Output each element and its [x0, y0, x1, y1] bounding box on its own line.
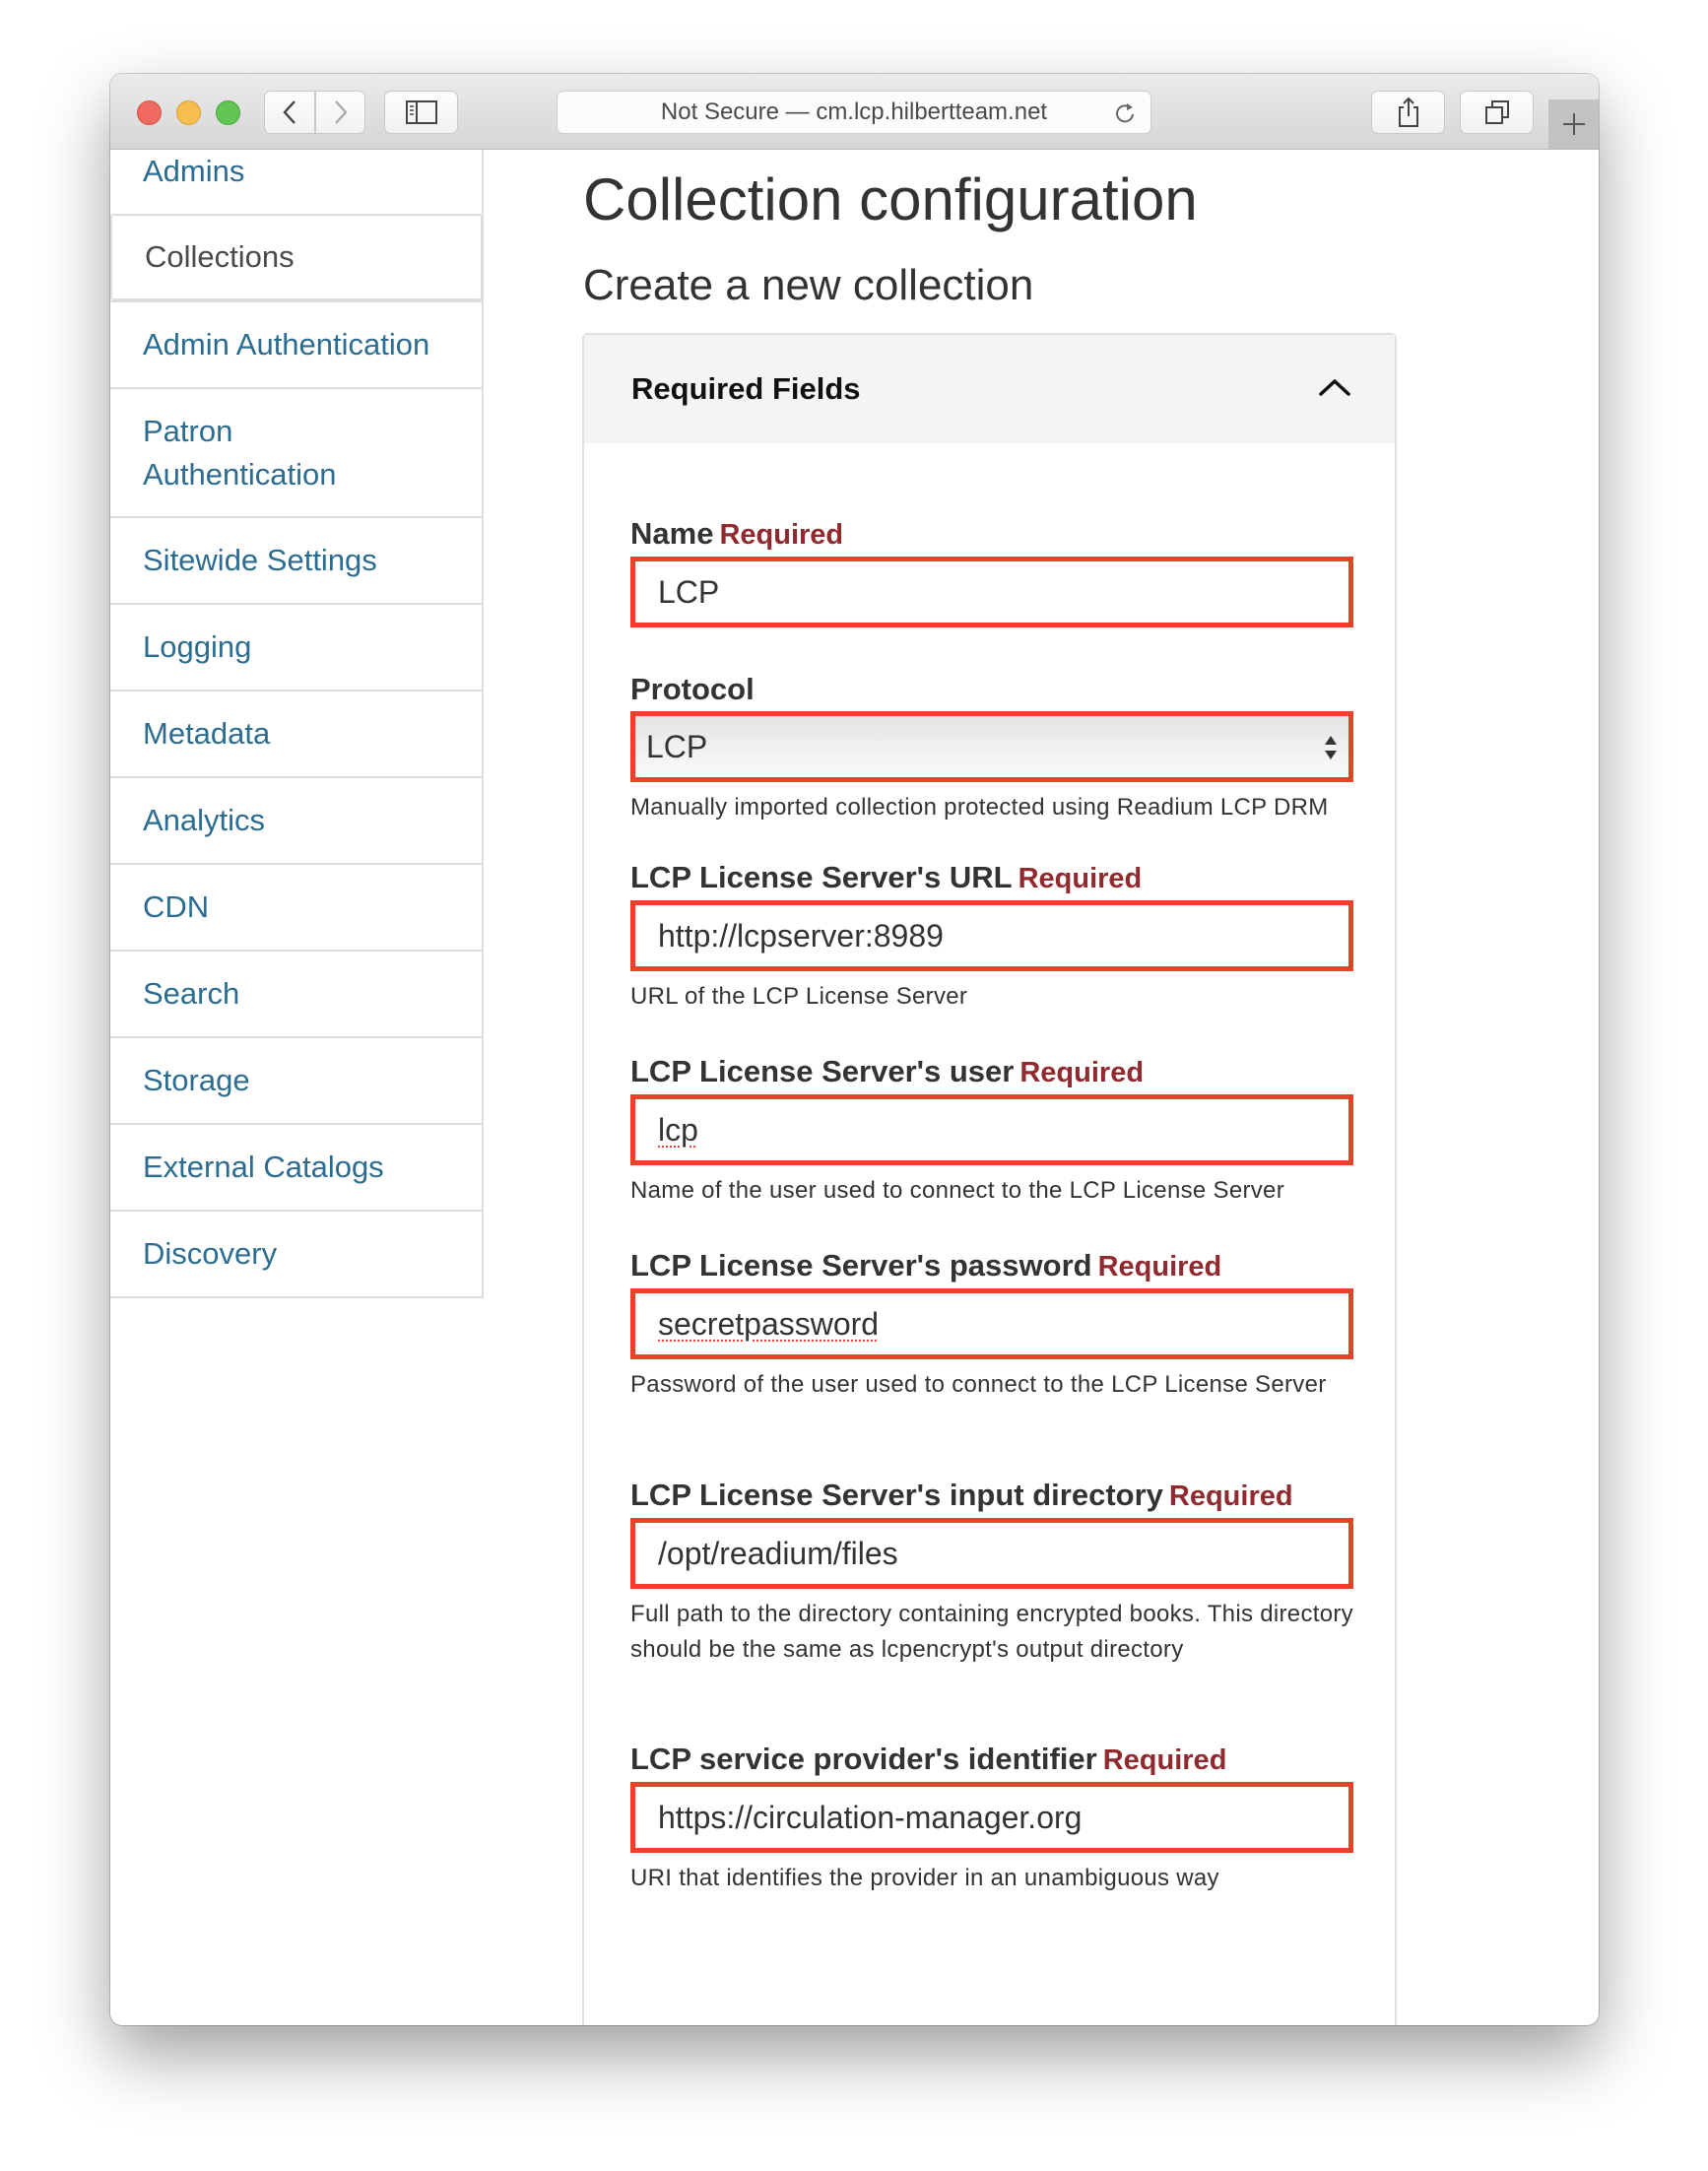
sidebar-item-label: External Catalogs [143, 1150, 384, 1184]
sidebar-item-admins[interactable]: Admins [110, 150, 482, 214]
sidebar-item-collections[interactable]: Collections [110, 214, 483, 300]
license-server-user-input[interactable]: lcp [630, 1094, 1353, 1165]
input-value: /opt/readium/files [658, 1535, 898, 1571]
field-license-server-password: LCP License Server's password Required se… [630, 1246, 1353, 1403]
panel-title: Required Fields [631, 371, 861, 406]
new-tab-button[interactable] [1548, 99, 1599, 149]
url-text: Not Secure — cm.lcp.hilbertteam.net [660, 99, 1048, 125]
sidebar-item-label: Logging [143, 629, 252, 664]
required-badge: Required [1097, 1251, 1222, 1283]
input-value: LCP [658, 573, 720, 610]
license-server-url-input[interactable]: http://lcpserver:8989 [630, 900, 1353, 971]
sidebar-item-label: Admins [143, 154, 245, 188]
share-button[interactable] [1371, 91, 1445, 134]
minimize-window-button[interactable] [176, 100, 201, 125]
sidebar-item-label: CDN [143, 889, 210, 924]
field-label: LCP License Server's input directory [630, 1478, 1163, 1512]
field-service-provider-identifier: LCP service provider's identifier Require… [630, 1740, 1353, 1896]
sidebar-item-external-catalogs[interactable]: External Catalogs [110, 1123, 482, 1210]
sidebar-item-label: Search [143, 976, 240, 1011]
input-value: secretpassword [658, 1305, 880, 1342]
required-badge: Required [1019, 1057, 1145, 1088]
sidebar-toggle-button[interactable] [384, 91, 458, 134]
field-help: URI that identifies the provider in an u… [630, 1865, 1219, 1891]
required-fields-panel-header[interactable]: Required Fields [584, 335, 1395, 443]
required-fields-panel: Required Fields Name Required LCP Protoco… [582, 333, 1397, 2025]
forward-button[interactable] [315, 91, 365, 134]
required-badge: Required [1018, 863, 1143, 894]
sidebar-item-discovery[interactable]: Discovery [110, 1210, 482, 1296]
name-input[interactable]: LCP [630, 557, 1353, 627]
required-badge: Required [1102, 1744, 1227, 1776]
protocol-select[interactable]: LCP [630, 711, 1353, 782]
back-button[interactable] [264, 91, 315, 134]
sidebar-item-patron-authentication[interactable]: Patron Authentication [110, 387, 482, 516]
page-title: Collection configuration [583, 166, 1198, 232]
close-window-button[interactable] [137, 100, 162, 125]
field-label: LCP License Server's URL [630, 860, 1013, 894]
sidebar-item-label: Metadata [143, 716, 271, 751]
zoom-window-button[interactable] [216, 100, 240, 125]
license-server-password-input[interactable]: secretpassword [630, 1288, 1353, 1359]
sidebar-item-label: Discovery [143, 1236, 278, 1271]
field-label: Protocol [630, 672, 755, 706]
required-badge: Required [1168, 1480, 1293, 1512]
main-content: Collection configuration Create a new co… [582, 150, 1599, 2025]
field-help: Manually imported collection protected u… [630, 794, 1329, 821]
sidebar-item-label: Sitewide Settings [143, 543, 377, 577]
browser-window: Not Secure — cm.lcp.hilbertteam.net Admi… [110, 74, 1599, 2025]
title-bar: Not Secure — cm.lcp.hilbertteam.net [110, 74, 1599, 150]
field-license-server-user: LCP License Server's user Required lcp Na… [630, 1052, 1353, 1209]
sidebar-item-storage[interactable]: Storage [110, 1036, 482, 1123]
input-value: https://circulation-manager.org [658, 1799, 1083, 1835]
input-directory-input[interactable]: /opt/readium/files [630, 1518, 1353, 1589]
settings-sidebar: Admins Collections Admin Authentication … [110, 150, 484, 1298]
required-badge: Required [719, 519, 844, 551]
sidebar-item-label: Patron Authentication [143, 413, 337, 492]
share-icon [1398, 97, 1418, 127]
service-provider-identifier-input[interactable]: https://circulation-manager.org [630, 1782, 1353, 1853]
sidebar-icon [405, 100, 437, 124]
sidebar-item-label: Storage [143, 1063, 250, 1097]
plus-icon [1562, 113, 1585, 135]
chevron-right-icon [334, 100, 348, 124]
sidebar-item-search[interactable]: Search [110, 950, 482, 1036]
sidebar-item-admin-authentication[interactable]: Admin Authentication [110, 300, 482, 387]
chevron-up-icon[interactable] [1318, 377, 1351, 397]
sidebar-item-label: Collections [145, 239, 295, 274]
field-license-server-input-directory: LCP License Server's input directory Requ… [630, 1476, 1353, 1668]
field-label: Name [630, 516, 714, 551]
sidebar-item-logging[interactable]: Logging [110, 603, 482, 690]
field-label: LCP service provider's identifier [630, 1742, 1097, 1776]
field-help: Password of the user used to connect to … [630, 1371, 1327, 1398]
field-label: LCP License Server's user [630, 1054, 1015, 1088]
reload-icon[interactable] [1113, 100, 1137, 126]
chevron-left-icon [283, 100, 296, 124]
selected-value: LCP [646, 728, 708, 764]
input-value: http://lcpserver:8989 [658, 917, 944, 954]
sidebar-item-cdn[interactable]: CDN [110, 863, 482, 950]
tabs-overview-button[interactable] [1460, 91, 1534, 134]
sidebar-item-analytics[interactable]: Analytics [110, 776, 482, 863]
field-help: Name of the user used to connect to the … [630, 1177, 1284, 1204]
field-help: URL of the LCP License Server [630, 983, 968, 1010]
page-subtitle: Create a new collection [583, 261, 1034, 309]
field-help: Full path to the directory containing en… [630, 1601, 1353, 1663]
tabs-overview-icon [1484, 100, 1509, 124]
sidebar-item-label: Admin Authentication [143, 327, 430, 362]
sidebar-item-sitewide-settings[interactable]: Sitewide Settings [110, 516, 482, 603]
field-name: Name Required LCP [630, 514, 1353, 627]
sidebar-item-label: Analytics [143, 803, 266, 837]
select-arrows-icon [1325, 736, 1337, 759]
address-bar[interactable]: Not Secure — cm.lcp.hilbertteam.net [557, 91, 1151, 134]
field-label: LCP License Server's password [630, 1248, 1092, 1283]
input-value: lcp [658, 1111, 698, 1148]
sidebar-item-metadata[interactable]: Metadata [110, 690, 482, 776]
field-license-server-url: LCP License Server's URL Required http://… [630, 858, 1353, 1015]
field-protocol: Protocol LCP Manually imported collectio… [630, 670, 1353, 825]
